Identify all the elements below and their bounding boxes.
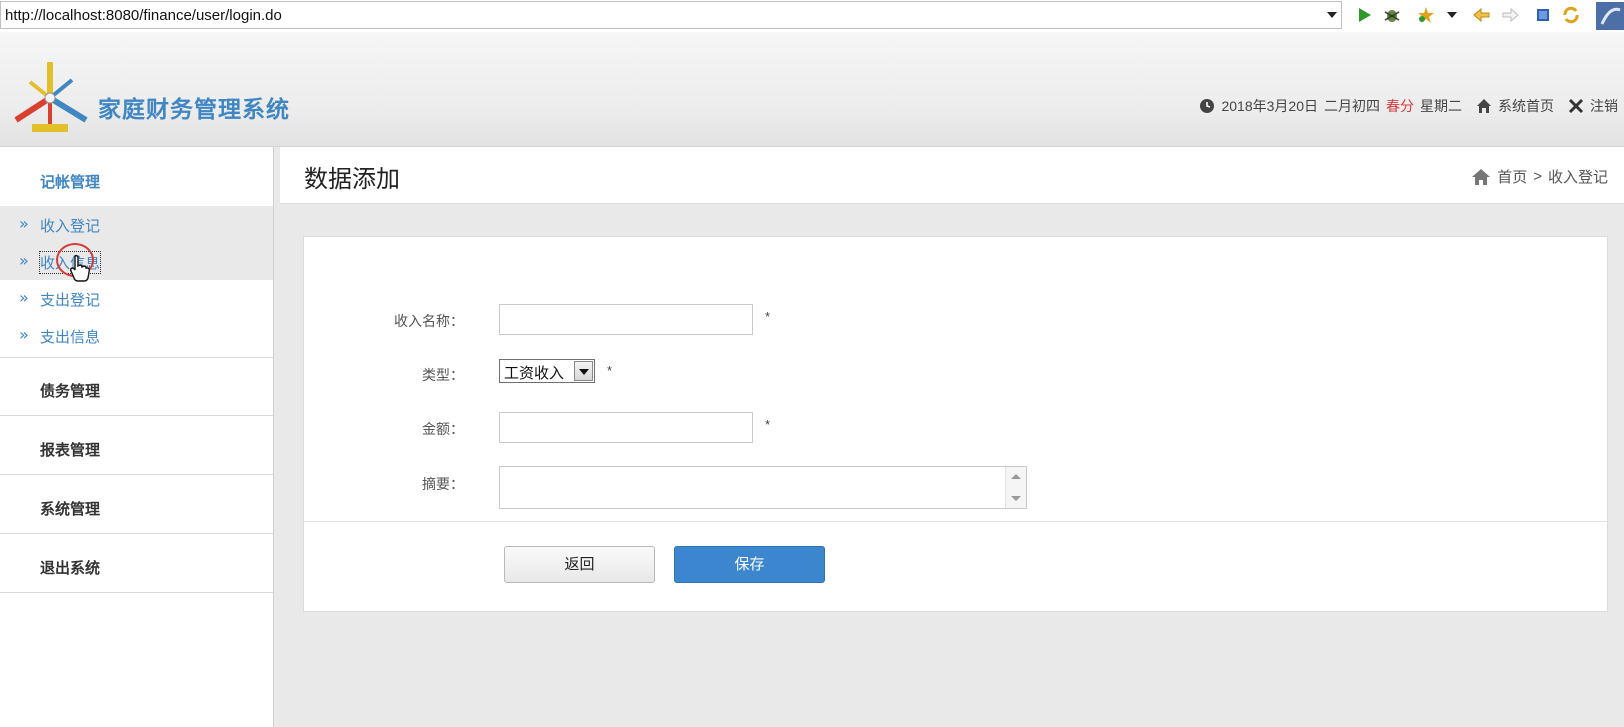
- clock-icon: [1200, 99, 1215, 113]
- chevron-down-icon[interactable]: [574, 361, 593, 381]
- breadcrumb-home[interactable]: 首页: [1497, 166, 1527, 187]
- back-arrow-icon[interactable]: [1473, 6, 1491, 24]
- refresh-icon[interactable]: [1562, 6, 1580, 24]
- sidebar-item-income-register[interactable]: » 收入登记: [0, 206, 273, 243]
- debug-icon[interactable]: [1383, 6, 1401, 24]
- double-chevron-right-icon: »: [19, 325, 29, 344]
- form-panel: 收入名称： * 类型： 工资收入 * 金额： * 摘要： 返回 保存: [303, 236, 1608, 612]
- income-name-input[interactable]: [499, 304, 753, 335]
- header-solar-term: 春分: [1386, 98, 1414, 114]
- page-header: 数据添加 首页 > 收入登记: [280, 147, 1624, 204]
- close-icon[interactable]: [1568, 98, 1584, 114]
- field-label-type: 类型：: [422, 367, 464, 383]
- required-mark: *: [607, 363, 613, 378]
- required-mark: *: [765, 417, 771, 432]
- app-title: 家庭财务管理系统: [98, 96, 290, 122]
- home-icon: [1472, 168, 1491, 185]
- textarea-scrollbar[interactable]: [1005, 467, 1026, 508]
- sidebar-section-system[interactable]: 系统管理: [40, 498, 100, 519]
- required-mark: *: [765, 309, 771, 324]
- favorites-icon[interactable]: [1417, 6, 1435, 24]
- amount-input[interactable]: [499, 412, 753, 443]
- type-select-value: 工资收入: [504, 365, 565, 382]
- hand-cursor-icon: [69, 254, 91, 282]
- page-title: 数据添加: [304, 166, 400, 193]
- breadcrumb-separator: >: [1533, 168, 1542, 185]
- breadcrumb: 首页 > 收入登记: [1471, 166, 1608, 187]
- field-label-summary: 摘要：: [422, 476, 464, 492]
- address-bar-url: http://localhost:8080/finance/user/login…: [5, 7, 282, 24]
- home-icon[interactable]: [1476, 98, 1492, 114]
- eclipse-perspective-icon[interactable]: [1596, 2, 1624, 30]
- sidebar-divider: [0, 357, 273, 358]
- save-button[interactable]: 保存: [674, 546, 825, 583]
- stop-icon[interactable]: [1534, 6, 1552, 24]
- summary-textarea[interactable]: [499, 466, 1027, 509]
- sidebar-divider: [0, 415, 273, 416]
- sidebar-item-label: 支出登记: [40, 292, 101, 309]
- address-bar[interactable]: http://localhost:8080/finance/user/login…: [0, 1, 1342, 29]
- back-button[interactable]: 返回: [504, 546, 655, 583]
- sidebar-item-label: 支出信息: [40, 329, 101, 346]
- sidebar-divider: [0, 592, 273, 593]
- header-info: 2018年3月20日 二月初四 春分 星期二 系统首页 注销: [1199, 96, 1618, 116]
- logout-link[interactable]: 注销: [1590, 96, 1618, 116]
- header-date: 2018年3月20日: [1221, 98, 1318, 114]
- sidebar-section-reports[interactable]: 报表管理: [40, 439, 100, 460]
- sidebar: 记帐管理 » 收入登记 » 收入信息 » 支出登记 » 支出信息 债务管理 报表…: [0, 147, 274, 727]
- sidebar-item-label: 收入登记: [40, 218, 101, 235]
- scroll-down-icon[interactable]: [1011, 496, 1021, 501]
- forward-arrow-icon[interactable]: [1501, 6, 1519, 24]
- app-header: 家庭财务管理系统 2018年3月20日 二月初四 春分 星期二 系统首页 注销: [0, 32, 1624, 147]
- field-label-amount: 金额：: [422, 421, 464, 437]
- double-chevron-right-icon: »: [19, 251, 29, 270]
- home-link[interactable]: 系统首页: [1498, 96, 1554, 116]
- form-divider: [304, 521, 1607, 522]
- favorites-dropdown-icon[interactable]: [1447, 12, 1457, 18]
- header-lunar-date: 二月初四: [1324, 98, 1380, 114]
- sidebar-section-exit[interactable]: 退出系统: [40, 557, 100, 578]
- field-label-income-name: 收入名称：: [394, 313, 464, 329]
- header-weekday: 星期二: [1420, 98, 1462, 114]
- address-dropdown-icon[interactable]: [1327, 12, 1337, 18]
- sidebar-section-accounting[interactable]: 记帐管理: [40, 171, 100, 192]
- sidebar-item-expense-register[interactable]: » 支出登记: [0, 280, 273, 317]
- app-logo: [14, 62, 88, 132]
- breadcrumb-current: 收入登记: [1547, 169, 1608, 186]
- sidebar-divider: [0, 474, 273, 475]
- type-select[interactable]: 工资收入: [499, 359, 595, 383]
- sidebar-item-income-info[interactable]: » 收入信息: [0, 243, 273, 280]
- sidebar-section-debt[interactable]: 债务管理: [40, 380, 100, 401]
- double-chevron-right-icon: »: [19, 214, 29, 233]
- double-chevron-right-icon: »: [19, 288, 29, 307]
- sidebar-item-expense-info[interactable]: » 支出信息: [0, 317, 273, 354]
- run-icon[interactable]: [1355, 6, 1373, 24]
- scroll-up-icon[interactable]: [1011, 474, 1021, 479]
- browser-toolbar: http://localhost:8080/finance/user/login…: [0, 0, 1624, 33]
- sidebar-divider: [0, 533, 273, 534]
